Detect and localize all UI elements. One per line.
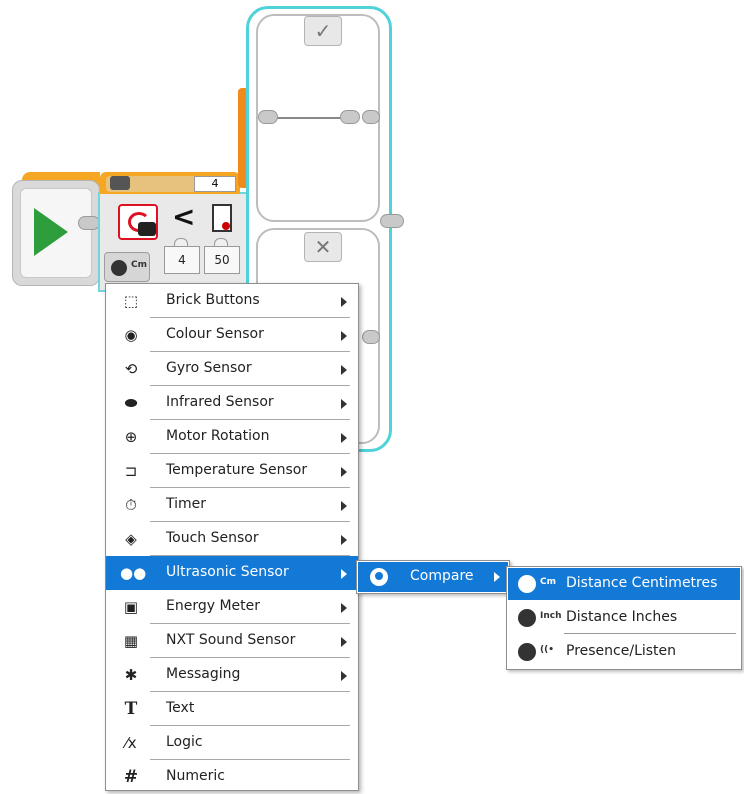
submenu-arrow-icon: [341, 365, 347, 375]
menu-item-colour-sensor[interactable]: ◉ Colour Sensor: [106, 318, 358, 352]
case-count-field[interactable]: 4: [194, 176, 236, 192]
menu-item-brick-buttons[interactable]: ⬚ Brick Buttons: [106, 284, 358, 318]
submenu-arrow-icon: [494, 572, 500, 582]
ultrasonic-icon-center: [375, 572, 383, 580]
submenu-arrow-icon: [341, 603, 347, 613]
submenu-arrow-icon: [341, 467, 347, 477]
menu-item-infrared-sensor[interactable]: ⬬ Infrared Sensor: [106, 386, 358, 420]
menu-item-presence-listen[interactable]: ((• Presence/Listen: [508, 636, 740, 668]
submenu-arrow-icon: [341, 671, 347, 681]
menu-item-label: Logic: [166, 734, 203, 750]
menu-item-label: Ultrasonic Sensor: [166, 564, 289, 580]
threshold-marker-icon: [222, 222, 230, 230]
sensor-menu: ⬚ Brick Buttons ◉ Colour Sensor ⟲ Gyro S…: [105, 283, 359, 791]
text-icon: T: [124, 699, 138, 719]
mode-selector-button[interactable]: Cm: [104, 252, 150, 282]
ultrasonic-icon: [518, 609, 536, 627]
menu-item-touch-sensor[interactable]: ◈ Touch Sensor: [106, 522, 358, 556]
case-true-out-connector: [340, 110, 360, 124]
case-false-tab[interactable]: ✕: [304, 232, 342, 262]
switch-exit-connector: [380, 214, 404, 228]
play-icon[interactable]: [34, 208, 68, 256]
menu-item-ultrasonic-sensor[interactable]: ●● Ultrasonic Sensor: [106, 556, 358, 590]
ultrasonic-sensor-icon: ●●: [120, 564, 147, 582]
submenu-arrow-icon: [341, 569, 347, 579]
menu-item-label: Distance Centimetres: [566, 575, 718, 591]
motor-rotation-icon: ⊕: [124, 428, 138, 446]
menu-item-label: Brick Buttons: [166, 292, 260, 308]
menu-item-label: Infrared Sensor: [166, 394, 274, 410]
menu-item-motor-rotation[interactable]: ⊕ Motor Rotation: [106, 420, 358, 454]
unit-tag: Inch: [540, 611, 562, 621]
compare-submenu: Compare: [356, 560, 510, 594]
submenu-arrow-icon: [341, 297, 347, 307]
touch-sensor-icon: ◈: [125, 530, 137, 548]
compare-operator: <: [172, 200, 196, 233]
menu-item-label: Presence/Listen: [566, 643, 677, 659]
case-true-tab[interactable]: ✓: [304, 16, 342, 46]
menu-item-label: Gyro Sensor: [166, 360, 252, 376]
gyro-sensor-icon: ⟲: [124, 360, 138, 378]
energy-meter-icon: ▣: [123, 598, 139, 616]
case-true-in-connector: [258, 110, 278, 124]
colour-sensor-icon: ◉: [124, 326, 138, 344]
case-connector-left: [238, 88, 246, 188]
unit-tag: Cm: [540, 577, 556, 587]
mode-submenu: Cm Distance Centimetres Inch Distance In…: [506, 566, 742, 670]
menu-item-label: Colour Sensor: [166, 326, 264, 342]
menu-item-label: Text: [166, 700, 195, 716]
menu-item-distance-centimetres[interactable]: Cm Distance Centimetres: [508, 568, 740, 600]
infrared-sensor-icon: ⬬: [124, 394, 138, 412]
menu-item-label: Temperature Sensor: [166, 462, 308, 478]
sequence-connector: [78, 216, 100, 230]
menu-item-label: Messaging: [166, 666, 241, 682]
menu-item-temperature-sensor[interactable]: ⊐ Temperature Sensor: [106, 454, 358, 488]
brick-buttons-icon: ⬚: [123, 292, 139, 310]
menu-item-label: Compare: [410, 568, 474, 584]
mode-unit-label: Cm: [131, 260, 147, 270]
menu-item-label: Numeric: [166, 768, 225, 784]
logic-icon: ⁄x: [125, 734, 137, 752]
compare-type-input[interactable]: 4: [164, 246, 200, 274]
menu-item-timer[interactable]: ⏱ Timer: [106, 488, 358, 522]
ultrasonic-icon: [518, 575, 536, 593]
menu-item-text[interactable]: T Text: [106, 692, 358, 726]
listen-icon: ((•: [540, 645, 554, 655]
case-true-wire: [276, 117, 344, 119]
submenu-arrow-icon: [341, 535, 347, 545]
threshold-input[interactable]: 50: [204, 246, 240, 274]
menu-item-messaging[interactable]: ✱ Messaging: [106, 658, 358, 692]
ultrasonic-mode-icon: [111, 260, 127, 276]
menu-item-label: Motor Rotation: [166, 428, 270, 444]
timer-icon: ⏱: [125, 496, 137, 514]
case-false-end-connector: [362, 330, 380, 344]
menu-item-label: Energy Meter: [166, 598, 261, 614]
submenu-arrow-icon: [341, 637, 347, 647]
submenu-arrow-icon: [341, 399, 347, 409]
numeric-icon: #: [123, 767, 139, 787]
menu-item-distance-inches[interactable]: Inch Distance Inches: [508, 602, 740, 634]
switch-mode-icon[interactable]: [110, 176, 130, 190]
nxt-sound-sensor-icon: ▦: [123, 632, 139, 650]
menu-separator: [564, 633, 736, 634]
submenu-arrow-icon: [341, 501, 347, 511]
submenu-arrow-icon: [341, 433, 347, 443]
menu-item-numeric[interactable]: # Numeric: [106, 760, 358, 794]
menu-item-compare[interactable]: Compare: [358, 562, 508, 592]
menu-item-label: Touch Sensor: [166, 530, 259, 546]
messaging-icon: ✱: [124, 666, 138, 684]
menu-item-label: NXT Sound Sensor: [166, 632, 296, 648]
menu-item-nxt-sound-sensor[interactable]: ▦ NXT Sound Sensor: [106, 624, 358, 658]
menu-item-logic[interactable]: ⁄x Logic: [106, 726, 358, 760]
menu-item-label: Timer: [166, 496, 207, 512]
ultrasonic-icon: [518, 643, 536, 661]
submenu-arrow-icon: [341, 331, 347, 341]
ultrasonic-sensor-icon: [118, 204, 158, 240]
temperature-sensor-icon: ⊐: [124, 462, 138, 480]
menu-item-label: Distance Inches: [566, 609, 678, 625]
menu-item-gyro-sensor[interactable]: ⟲ Gyro Sensor: [106, 352, 358, 386]
case-true-end-connector: [362, 110, 380, 124]
menu-item-energy-meter[interactable]: ▣ Energy Meter: [106, 590, 358, 624]
